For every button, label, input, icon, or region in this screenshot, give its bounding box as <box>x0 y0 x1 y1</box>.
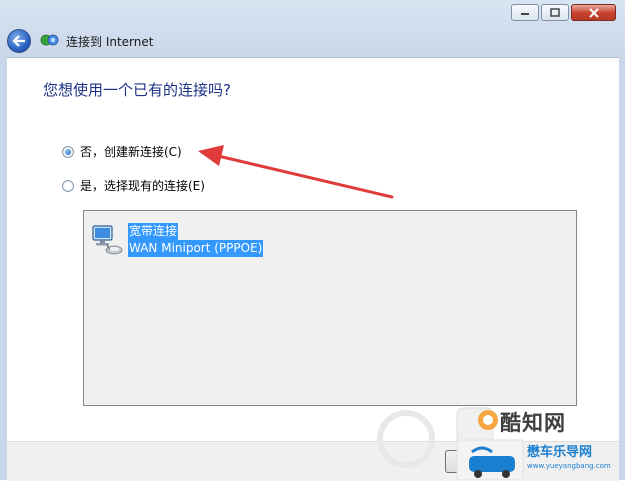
window-controls <box>511 4 616 21</box>
watermark-site-name: 懋车乐导网 <box>527 445 593 460</box>
minimize-icon <box>521 12 529 15</box>
list-item[interactable]: 宽带连接 WAN Miniport (PPPOE) <box>90 223 264 257</box>
close-button[interactable] <box>571 4 616 21</box>
window-title: 连接到 Internet <box>66 35 154 49</box>
option-create-new[interactable]: 否，创建新连接(C) <box>62 143 182 160</box>
wizard-content: 您想使用一个已有的连接吗? 否，创建新连接(C) 是，选择现有的连接(E) 宽带… <box>7 57 619 442</box>
option-label: 否，创建新连接(C) <box>80 145 182 159</box>
network-computer-icon <box>92 225 123 255</box>
maximize-icon <box>550 8 560 17</box>
next-button[interactable] <box>445 450 520 473</box>
option-label: 是，选择现有的连接(E) <box>80 179 205 193</box>
back-button[interactable] <box>7 29 31 53</box>
back-arrow-icon <box>12 35 25 47</box>
internet-connection-icon <box>40 34 59 46</box>
connection-name: 宽带连接 <box>128 223 179 240</box>
existing-connections-list[interactable]: 宽带连接 WAN Miniport (PPPOE) <box>83 210 577 406</box>
watermark-url: www.yueyangbang.com <box>527 462 611 470</box>
option-use-existing[interactable]: 是，选择现有的连接(E) <box>62 177 205 194</box>
page-title: 您想使用一个已有的连接吗? <box>43 81 231 99</box>
maximize-button[interactable] <box>541 4 569 21</box>
radio-button-checked[interactable] <box>62 145 74 158</box>
close-icon <box>588 7 599 18</box>
watermark-brand: 酷知网 <box>500 411 566 435</box>
connection-device: WAN Miniport (PPPOE) <box>128 240 264 257</box>
minimize-button[interactable] <box>511 4 539 21</box>
radio-button-unchecked[interactable] <box>62 179 74 192</box>
